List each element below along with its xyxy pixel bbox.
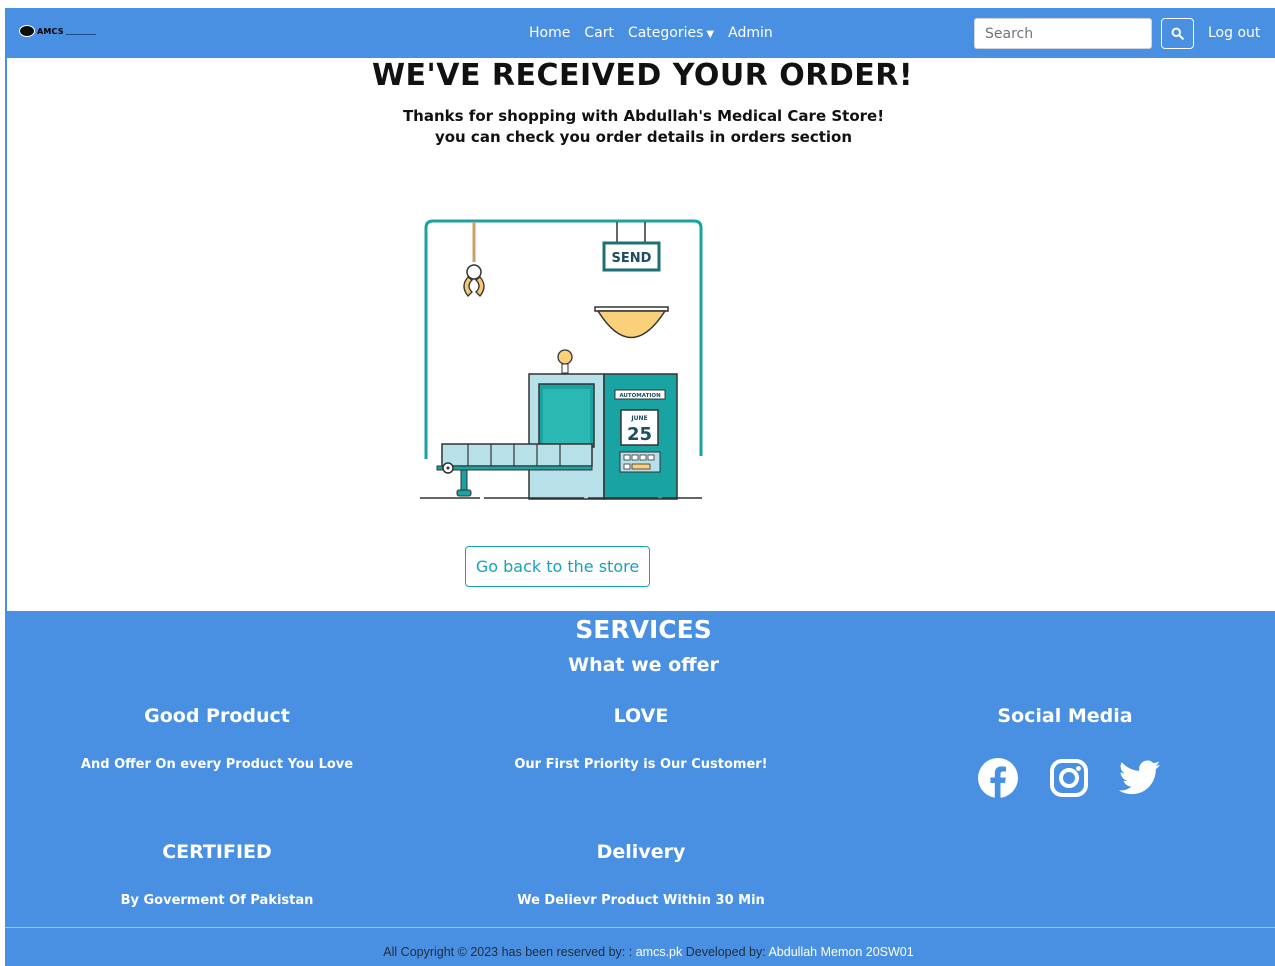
footer-divider <box>5 927 1275 928</box>
nav-dropdown-label: Categories <box>627 25 704 41</box>
service-text: We Delievr Product Within 30 Min <box>517 893 765 908</box>
search-button[interactable] <box>1161 18 1194 49</box>
thanks-line-1: Thanks for shopping with Abdullah's Medi… <box>402 107 885 125</box>
copyright-site-link[interactable]: amcs.pk <box>636 945 683 959</box>
service-heading: LOVE <box>613 705 669 727</box>
order-illustration: SEND AUTOMATION JUNE 25 <box>420 219 703 500</box>
thanks-line-2: you can check you order details in order… <box>434 128 853 146</box>
copyright-dev-prefix: Developed by: <box>685 945 766 959</box>
logout-link[interactable]: Log out <box>1208 25 1260 41</box>
facebook-icon[interactable] <box>977 757 1019 799</box>
footer: SERVICES What we offer Good Product And … <box>5 611 1275 966</box>
brand-underline <box>65 33 96 35</box>
copyright-developer: Abdullah Memon 20SW01 <box>768 945 914 959</box>
social-media-heading: Social Media <box>997 705 1133 727</box>
nav-dropdown-categories[interactable]: Categories ▼ <box>628 25 714 41</box>
service-heading: CERTIFIED <box>162 841 272 863</box>
page-title: WE'VE RECEIVED YOUR ORDER! <box>371 58 914 93</box>
calendar-day: 25 <box>627 424 652 445</box>
back-to-store-button[interactable]: Go back to the store <box>465 546 650 587</box>
nav-link-admin[interactable]: Admin <box>728 25 773 41</box>
service-text: And Offer On every Product You Love <box>80 757 354 772</box>
service-heading: Delivery <box>596 841 686 863</box>
brand-logo[interactable]: AMCS <box>19 25 96 37</box>
footer-subtitle: What we offer <box>568 654 719 676</box>
navbar: AMCS Home Cart Categories▼ Admin Log out <box>5 8 1275 58</box>
service-text: By Goverment Of Pakistan <box>120 893 314 908</box>
service-heading: Good Product <box>144 705 290 727</box>
instagram-icon[interactable] <box>1049 758 1089 798</box>
nav-link-home[interactable]: Home <box>529 25 570 41</box>
social-media-section: Social Media <box>853 705 1275 727</box>
service-delivery: Delivery We Delievr Product Within 30 Mi… <box>429 841 853 908</box>
twitter-icon[interactable] <box>1119 760 1161 796</box>
brand-logo-icon <box>19 25 35 37</box>
search-icon <box>1171 27 1184 40</box>
send-sign-text: SEND <box>612 251 652 266</box>
automation-label: AUTOMATION <box>619 393 661 399</box>
service-certified: CERTIFIED By Goverment Of Pakistan <box>5 841 429 908</box>
calendar-month: JUNE <box>630 415 647 422</box>
brand-text: AMCS <box>37 26 64 36</box>
search-input[interactable] <box>974 18 1152 49</box>
service-good-product: Good Product And Offer On every Product … <box>5 705 429 772</box>
nav-links: Home Cart Categories ▼ Admin <box>529 25 773 41</box>
service-text: Our First Priority is Our Customer! <box>514 757 768 772</box>
social-icons <box>977 757 1161 799</box>
nav-link-cart[interactable]: Cart <box>584 25 614 41</box>
copyright-prefix: All Copyright © 2023 has been reserved b… <box>383 945 633 959</box>
footer-title: SERVICES <box>575 615 712 644</box>
thanks-message: Thanks for shopping with Abdullah's Medi… <box>0 106 1275 148</box>
service-love: LOVE Our First Priority is Our Customer! <box>429 705 853 772</box>
caret-down-icon: ▼ <box>706 29 715 40</box>
copyright: All Copyright © 2023 has been reserved b… <box>5 945 1275 959</box>
